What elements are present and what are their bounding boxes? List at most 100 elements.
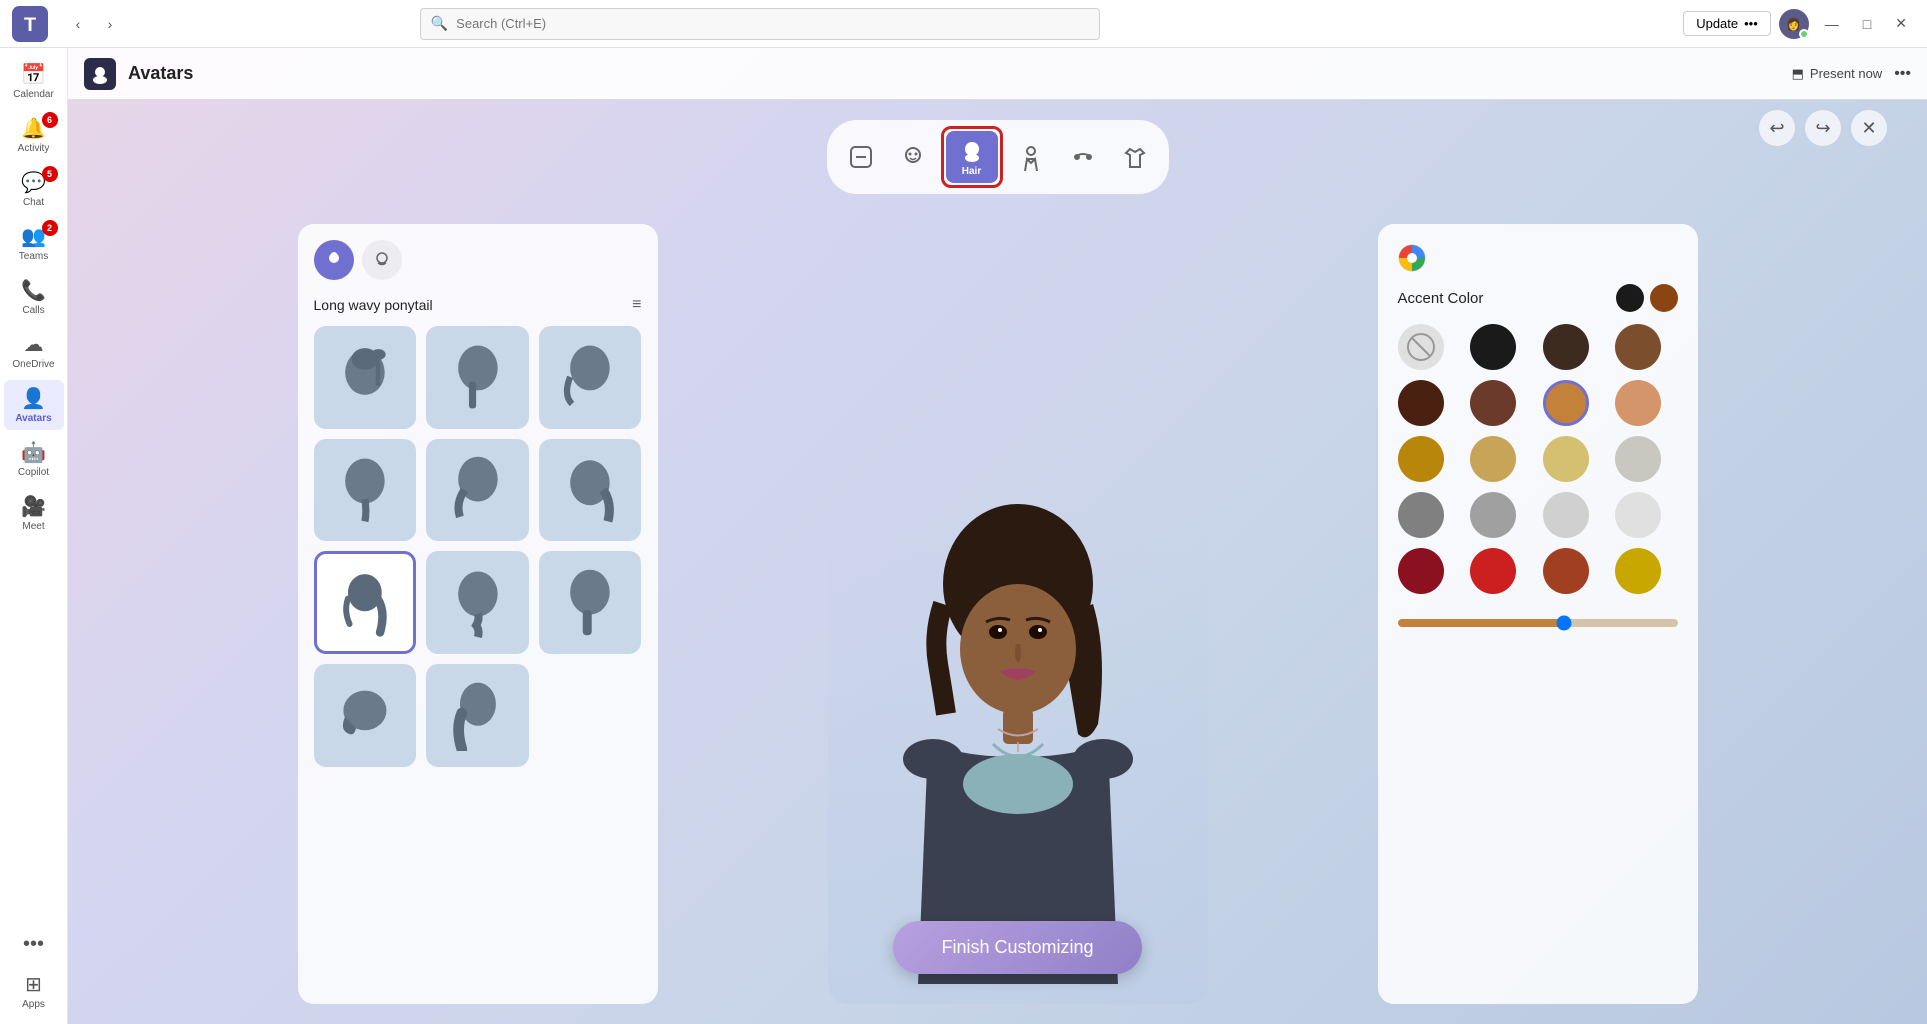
sidebar-label-copilot: Copilot: [18, 467, 49, 478]
color-caramel[interactable]: [1543, 380, 1589, 426]
hair-item-5[interactable]: [426, 439, 529, 542]
tab-accessories[interactable]: [1059, 133, 1107, 181]
sidebar-label-meet: Meet: [22, 521, 44, 532]
app-more-button[interactable]: •••: [1894, 65, 1911, 83]
filter-button[interactable]: ≡: [632, 296, 641, 314]
app-header: Avatars ⬒ Present now •••: [68, 48, 1927, 100]
sidebar-item-activity[interactable]: 6 🔔 Activity: [4, 110, 64, 160]
hair-tab-button[interactable]: [314, 240, 354, 280]
activity-badge: 6: [42, 112, 58, 128]
hair-item-10[interactable]: [314, 664, 417, 767]
sidebar-item-copilot[interactable]: 🤖 Copilot: [4, 434, 64, 484]
color-silver2[interactable]: [1615, 492, 1661, 538]
present-icon: ⬒: [1792, 66, 1804, 82]
sidebar-item-avatars[interactable]: 👤 Avatars: [4, 380, 64, 430]
more-icon: •••: [23, 933, 44, 956]
hair-item-1[interactable]: [314, 326, 417, 429]
sidebar-item-apps[interactable]: ⊞ Apps: [4, 966, 64, 1016]
color-medium-brown[interactable]: [1615, 324, 1661, 370]
chat-badge: 5: [42, 166, 58, 182]
tab-hair-border: Hair: [941, 126, 1003, 188]
teams-logo: T: [12, 6, 48, 42]
color-copper[interactable]: [1543, 548, 1589, 594]
color-none[interactable]: [1398, 324, 1444, 370]
accent-color-label: Accent Color: [1398, 290, 1484, 307]
avatar-photo: 👩: [1786, 17, 1801, 31]
panel-tabs: [314, 240, 642, 280]
color-gold-yellow[interactable]: [1615, 548, 1661, 594]
three-column-layout: Long wavy ponytail ≡: [298, 224, 1698, 1004]
maximize-button[interactable]: □: [1855, 12, 1879, 36]
finish-customizing-button[interactable]: Finish Customizing: [893, 921, 1141, 974]
color-brown2[interactable]: [1470, 380, 1516, 426]
facial-hair-tab-button[interactable]: [362, 240, 402, 280]
back-button[interactable]: ‹: [64, 10, 92, 38]
sidebar-item-chat[interactable]: 5 💬 Chat: [4, 164, 64, 214]
color-wheel-icon: [1398, 244, 1426, 272]
color-golden[interactable]: [1398, 436, 1444, 482]
accent-swatches: [1616, 284, 1678, 312]
hair-item-11[interactable]: [426, 664, 529, 767]
hair-item-8[interactable]: [426, 551, 529, 654]
sidebar-label-activity: Activity: [18, 143, 50, 154]
onedrive-icon: ☁: [24, 332, 44, 357]
minimize-button[interactable]: —: [1817, 12, 1847, 36]
search-icon: 🔍: [431, 15, 448, 32]
hair-item-7[interactable]: [314, 551, 417, 654]
hair-item-6[interactable]: [539, 439, 642, 542]
color-slider[interactable]: [1398, 619, 1678, 627]
accent-swatch-brown[interactable]: [1650, 284, 1678, 312]
hair-tab-label: Hair: [962, 166, 981, 177]
hair-item-9[interactable]: [539, 551, 642, 654]
color-dirty-blonde[interactable]: [1543, 436, 1589, 482]
user-avatar[interactable]: 👩: [1779, 9, 1809, 39]
color-dark-brown[interactable]: [1543, 324, 1589, 370]
avatars-icon: 👤: [21, 386, 46, 411]
color-dark-grey[interactable]: [1398, 492, 1444, 538]
undo-button[interactable]: ↩: [1759, 110, 1795, 146]
sidebar-item-meet[interactable]: 🎥 Meet: [4, 488, 64, 538]
tab-clothing[interactable]: [1111, 133, 1159, 181]
forward-button[interactable]: ›: [96, 10, 124, 38]
nav-buttons: ‹ ›: [64, 10, 124, 38]
accent-swatch-black[interactable]: [1616, 284, 1644, 312]
hair-item-3[interactable]: [539, 326, 642, 429]
sidebar-item-calendar[interactable]: 📅 Calendar: [4, 56, 64, 106]
color-bright-red[interactable]: [1470, 548, 1516, 594]
color-light-caramel[interactable]: [1615, 380, 1661, 426]
hair-item-2[interactable]: [426, 326, 529, 429]
sidebar-item-more[interactable]: •••: [4, 927, 64, 962]
svg-text:T: T: [24, 14, 36, 36]
sidebar: 📅 Calendar 6 🔔 Activity 5 💬 Chat 2 👥 Tea…: [0, 48, 68, 1024]
close-customization-button[interactable]: ✕: [1851, 110, 1887, 146]
sidebar-item-calls[interactable]: 📞 Calls: [4, 272, 64, 322]
titlebar-right: Update ••• 👩 — □ ✕: [1683, 9, 1915, 39]
sidebar-item-teams[interactable]: 2 👥 Teams: [4, 218, 64, 268]
update-button[interactable]: Update •••: [1683, 11, 1771, 36]
sidebar-label-chat: Chat: [23, 197, 44, 208]
color-dark-reddish[interactable]: [1398, 380, 1444, 426]
search-bar[interactable]: 🔍: [420, 8, 1100, 40]
color-light-grey[interactable]: [1615, 436, 1661, 482]
present-now-button[interactable]: ⬒ Present now: [1792, 66, 1883, 82]
teams-badge: 2: [42, 220, 58, 236]
hair-item-4[interactable]: [314, 439, 417, 542]
color-light-golden[interactable]: [1470, 436, 1516, 482]
sidebar-item-onedrive[interactable]: ☁ OneDrive: [4, 326, 64, 376]
color-medium-grey[interactable]: [1470, 492, 1516, 538]
redo-button[interactable]: ↪: [1805, 110, 1841, 146]
color-silver[interactable]: [1543, 492, 1589, 538]
color-black[interactable]: [1470, 324, 1516, 370]
color-dark-red[interactable]: [1398, 548, 1444, 594]
search-input[interactable]: [456, 16, 1089, 31]
apps-icon: ⊞: [25, 972, 42, 997]
tab-body[interactable]: [1007, 133, 1055, 181]
update-dots: •••: [1744, 16, 1758, 31]
sidebar-label-teams: Teams: [19, 251, 48, 262]
tab-head[interactable]: [889, 133, 937, 181]
tab-hair[interactable]: Hair: [946, 131, 998, 183]
copilot-icon: 🤖: [21, 440, 46, 465]
color-header: [1398, 244, 1678, 272]
close-button[interactable]: ✕: [1887, 11, 1915, 36]
tab-face[interactable]: [837, 133, 885, 181]
